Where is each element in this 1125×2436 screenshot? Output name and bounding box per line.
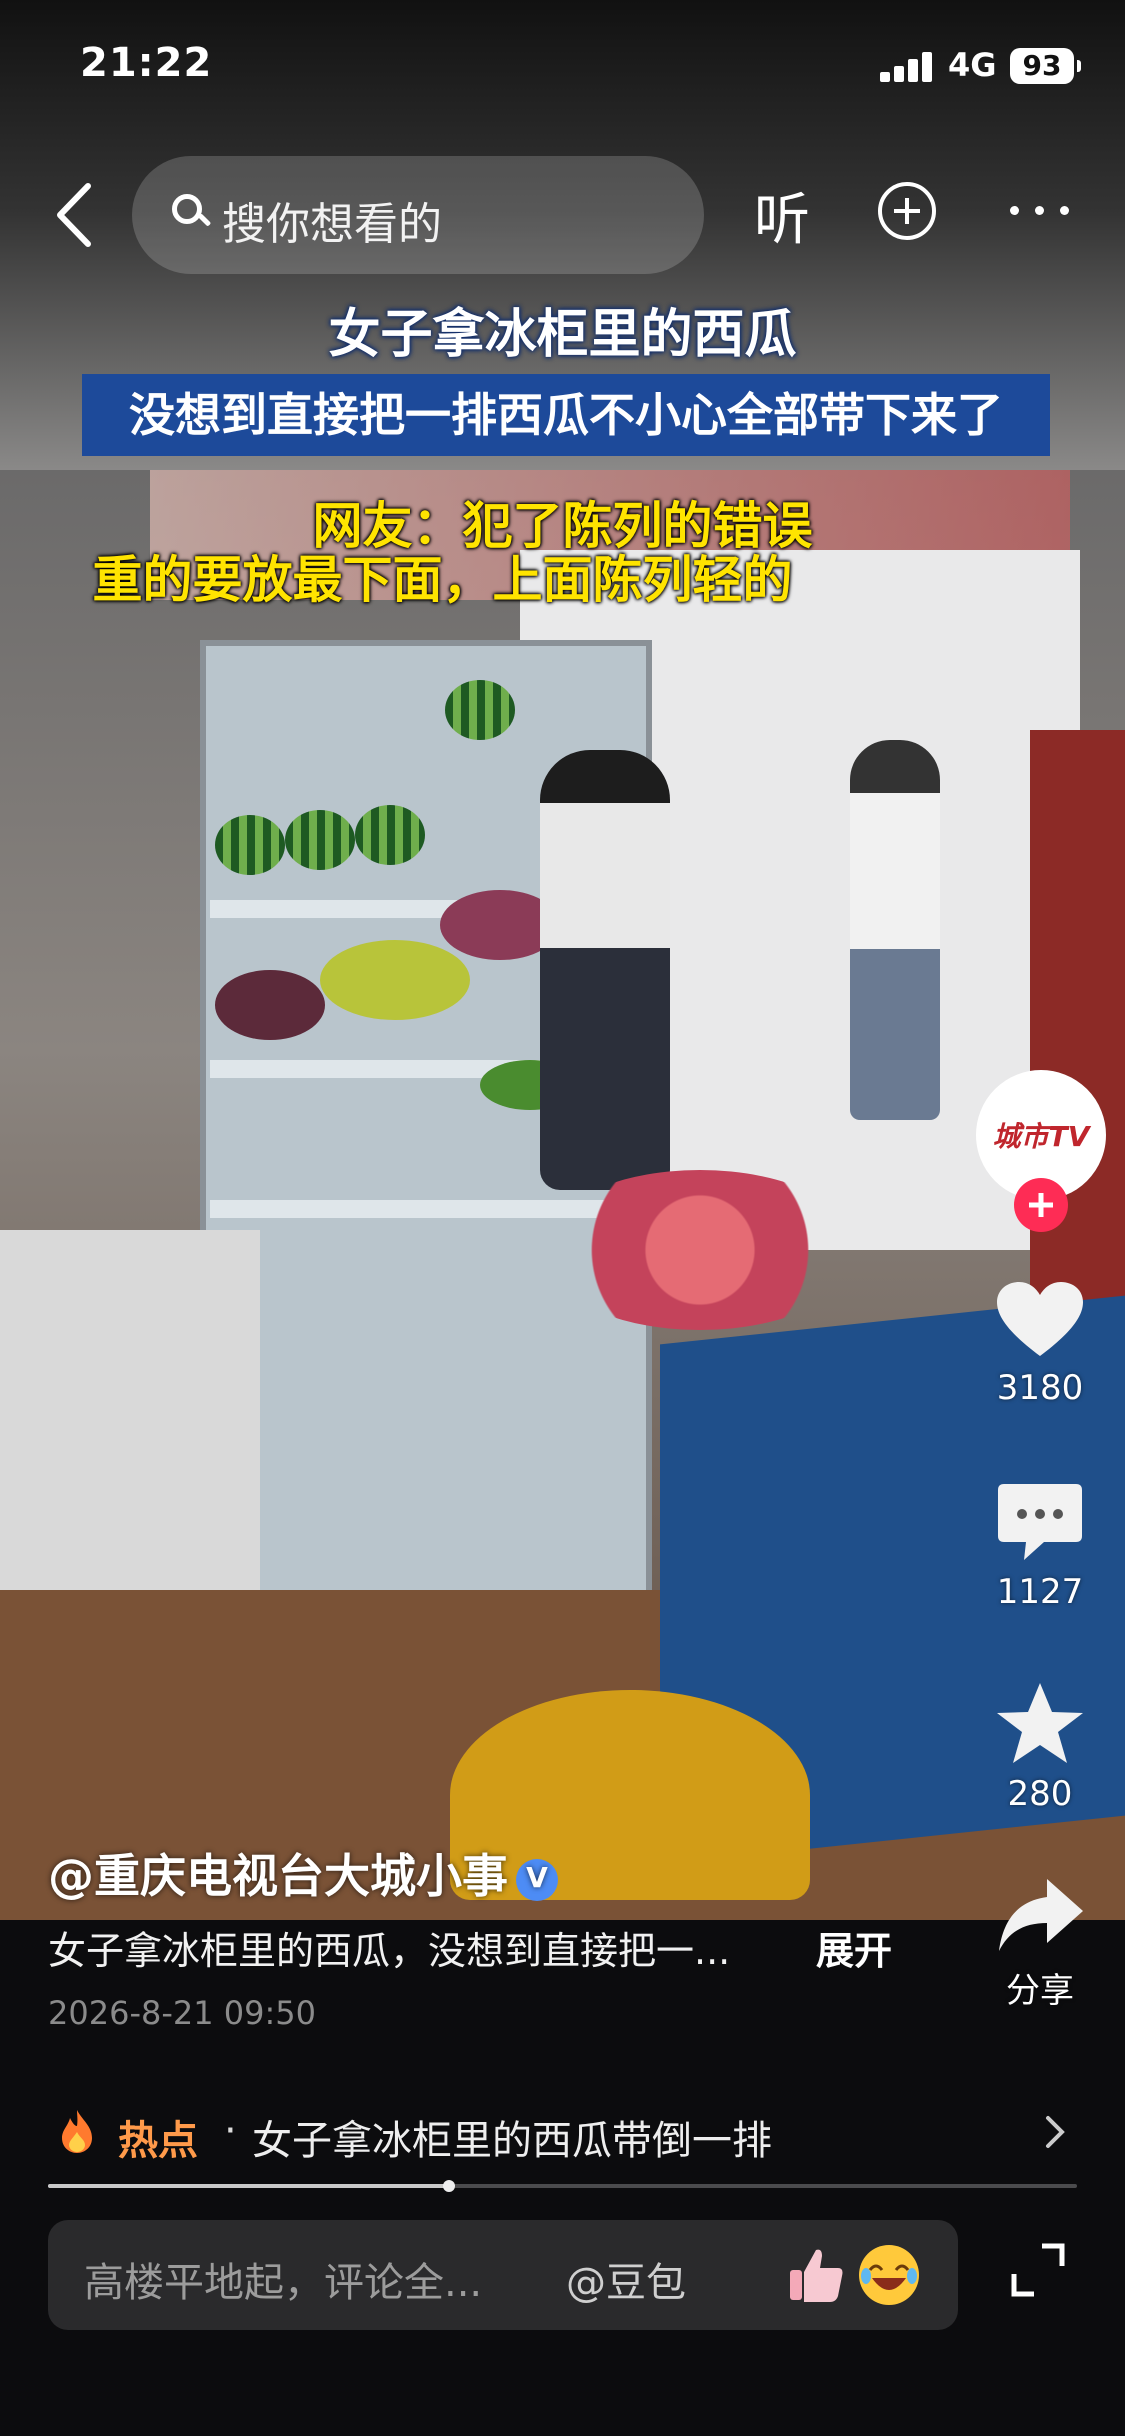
smashed-watermelons xyxy=(540,1170,860,1330)
status-bar: 21:22 4G 93 xyxy=(0,0,1125,140)
like-count: 3180 xyxy=(996,1368,1084,1408)
post-date: 2026-8-21 09:50 xyxy=(48,1994,316,2032)
hot-topic-bar[interactable]: 热点 · 女子拿冰柜里的西瓜带倒一排 xyxy=(0,2090,1125,2176)
video-overlay-line2: 重的要放最下面，上面陈列轻的 xyxy=(92,551,793,609)
thumbs-up-icon[interactable] xyxy=(784,2242,848,2306)
watermelon xyxy=(355,805,425,865)
comment-placeholder: 高楼平地起，评论全... xyxy=(84,2260,483,2306)
fridge-shelf xyxy=(210,1200,610,1218)
heart-icon xyxy=(997,1282,1083,1356)
like-button[interactable]: 3180 xyxy=(960,1280,1120,1408)
share-button[interactable]: 分享 xyxy=(960,1875,1120,2012)
network-type: 4G xyxy=(948,46,997,84)
playback-progress-bar[interactable] xyxy=(48,2180,1077,2192)
video-description: 女子拿冰柜里的西瓜，没想到直接把一... xyxy=(48,1929,731,1973)
comment-count: 1127 xyxy=(996,1572,1084,1612)
woman-figure xyxy=(540,750,670,1190)
man-figure xyxy=(850,740,940,1120)
video-caption-subtitle: 没想到直接把一排西瓜不小心全部带下来了 xyxy=(82,374,1050,456)
author-name-link[interactable]: @重庆电视台大城小事 xyxy=(48,1840,558,1906)
laughing-emoji-icon[interactable] xyxy=(856,2242,922,2308)
add-button[interactable] xyxy=(878,182,936,240)
verified-icon xyxy=(516,1858,558,1901)
favorite-button[interactable]: 280 xyxy=(960,1680,1120,1814)
expand-button[interactable]: 展开 xyxy=(816,1920,892,1975)
progress-fill xyxy=(48,2184,450,2188)
channel-logo-text: 城市TV xyxy=(992,1120,1090,1153)
flame-icon xyxy=(62,2110,92,2153)
back-button[interactable] xyxy=(48,180,108,250)
counter-cabinet xyxy=(0,1230,260,1610)
search-icon xyxy=(172,194,202,224)
comment-button[interactable]: 1127 xyxy=(960,1480,1120,1612)
battery-indicator: 93 xyxy=(1010,48,1081,84)
comment-input[interactable]: 高楼平地起，评论全... @豆包 xyxy=(48,2220,958,2330)
listen-button[interactable]: 听 xyxy=(754,175,810,256)
video-player[interactable] xyxy=(0,470,1125,1920)
fruit-pile xyxy=(215,970,325,1040)
chevron-right-icon xyxy=(1046,2116,1065,2148)
fullscreen-button[interactable] xyxy=(1008,2240,1068,2300)
signal-icon xyxy=(880,50,936,82)
hot-separator: · xyxy=(224,2108,237,2154)
search-bar[interactable]: 搜你想看的 xyxy=(132,156,704,274)
follow-button[interactable] xyxy=(1014,1178,1068,1232)
more-options-button[interactable] xyxy=(1008,196,1072,226)
progress-knob[interactable] xyxy=(443,2180,456,2192)
video-caption-title: 女子拿冰柜里的西瓜 xyxy=(328,305,797,365)
favorite-count: 280 xyxy=(1007,1774,1073,1814)
watermelon xyxy=(215,815,285,875)
watermelon xyxy=(445,680,515,740)
hot-label: 热点 xyxy=(118,2118,198,2164)
share-label: 分享 xyxy=(1006,1971,1074,2011)
fruit-pile xyxy=(320,940,470,1020)
comment-icon xyxy=(998,1484,1082,1560)
search-placeholder: 搜你想看的 xyxy=(222,199,442,250)
author-name: @重庆电视台大城小事 xyxy=(48,1849,508,1903)
star-icon xyxy=(997,1683,1083,1763)
share-icon xyxy=(999,1879,1083,1951)
watermelon xyxy=(285,810,355,870)
status-time: 21:22 xyxy=(80,40,213,86)
mention-doubao-button[interactable]: @豆包 xyxy=(566,2250,686,2308)
hot-topic-text: 女子拿冰柜里的西瓜带倒一排 xyxy=(252,2118,772,2164)
